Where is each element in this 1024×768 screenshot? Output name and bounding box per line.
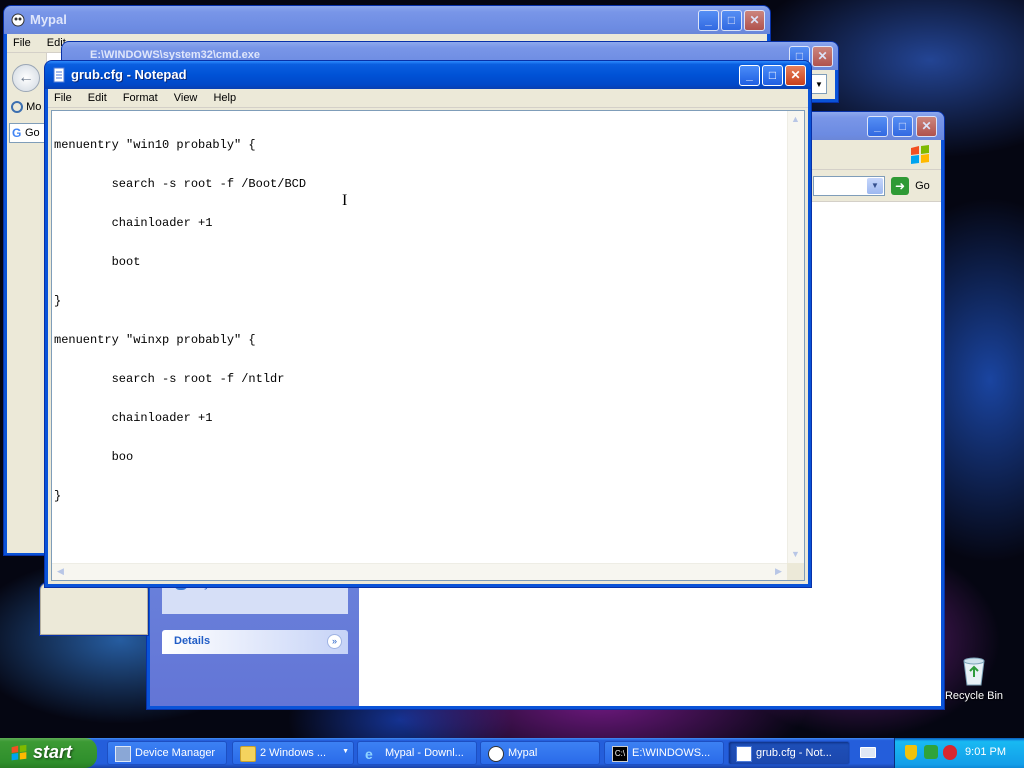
taskbar: start Device Manager 2 Windows ... ▼ e M… [0,738,1024,768]
chevron-down-icon[interactable]: » [327,634,342,649]
text-line: search -s root -f /Boot/BCD [54,177,307,191]
scroll-down-icon[interactable]: ▼ [788,547,803,562]
details-label: Details [174,635,211,647]
start-label: start [33,742,73,762]
clock: 9:01 PM [965,746,1006,758]
horizontal-scrollbar[interactable]: ◀ ▶ [52,563,787,580]
security-center-icon[interactable] [924,745,938,759]
maximize-button[interactable]: □ [721,10,742,31]
mypal-toolbar-strip: ← Mo G Go [7,53,47,553]
text-line: menuentry "win10 probably" { [54,138,256,152]
resize-grip[interactable] [787,563,804,580]
menu-edit[interactable]: Edit [82,89,114,104]
minimize-button[interactable]: _ [698,10,719,31]
text-line: boot [54,255,141,269]
close-button[interactable]: ✕ [812,46,833,67]
ie-icon: e [365,746,373,762]
console-title: E:\WINDOWS\system32\cmd.exe [90,49,260,61]
minimize-button[interactable]: _ [739,65,760,86]
task-windows-group[interactable]: 2 Windows ... ▼ [232,741,354,765]
back-button[interactable]: ← [12,64,40,92]
close-button[interactable]: ✕ [744,10,765,31]
menu-help[interactable]: Help [207,89,243,104]
hidden-window-fragment [40,583,148,635]
close-button[interactable]: ✕ [785,65,806,86]
notepad-client: File Edit Format View Help menuentry "wi… [48,89,808,584]
go-label: Go [915,180,930,192]
search-box[interactable]: G Go [9,123,45,143]
text-editor[interactable]: menuentry "win10 probably" { search -s r… [51,110,805,581]
text-line: chainloader +1 [54,411,213,425]
google-icon: G [12,126,22,140]
notepad-titlebar[interactable]: grub.cfg - Notepad _ □ ✕ [45,61,811,89]
magnifier-icon [11,101,23,114]
mypal-title: Mypal [30,12,67,27]
windows-flag-icon [11,744,27,761]
keyboard-icon[interactable] [860,747,876,758]
folder-icon [240,746,256,762]
dropdown-arrow-icon[interactable]: ▼ [811,74,827,94]
task-mypal[interactable]: Mypal [480,741,600,765]
maximize-button[interactable]: □ [762,65,783,86]
close-button[interactable]: ✕ [916,116,937,137]
task-device-manager[interactable]: Device Manager [107,741,227,765]
menu-format[interactable]: Format [117,89,165,104]
task-label: Mypal [508,747,538,759]
details-header[interactable]: Details » [162,630,348,654]
scroll-right-icon[interactable]: ▶ [771,564,786,579]
notepad-title: grub.cfg - Notepad [71,67,187,82]
task-label: grub.cfg - Not... [756,747,832,759]
mypal-icon [11,13,25,27]
text-line: } [54,489,62,503]
mypal-titlebar[interactable]: Mypal _ □ ✕ [4,6,770,34]
text-line: } [54,294,62,308]
group-arrow-icon: ▼ [342,748,349,755]
search-label: Go [25,127,40,139]
task-notepad[interactable]: grub.cfg - Not... [728,741,850,765]
task-mypal-download[interactable]: e Mypal - Downl... [357,741,477,765]
notepad-icon [736,746,752,762]
text-line: chainloader +1 [54,216,213,230]
windows-flag-icon [911,145,929,164]
notepad-menubar: File Edit Format View Help [48,89,808,108]
menu-file[interactable]: File [48,89,79,104]
recycle-bin-shortcut[interactable]: Recycle Bin [942,655,1006,702]
recycle-bin-icon [963,657,985,686]
menu-view[interactable]: View [168,89,205,104]
task-label: 2 Windows ... [260,747,327,759]
mypal-icon [488,746,504,762]
notepad-window[interactable]: grub.cfg - Notepad _ □ ✕ File Edit Forma… [45,61,811,587]
menu-file[interactable]: File [7,34,38,49]
shield-icon[interactable] [905,745,917,760]
back-arrow-icon: ← [18,69,34,86]
system-tray: 9:01 PM [894,738,1024,768]
notepad-icon [53,67,65,83]
text-cursor-icon: I [342,192,348,209]
bookmark-label: Mo [26,101,42,114]
cmd-icon: C:\ [612,746,628,762]
text-line: search -s root -f /ntldr [54,372,285,386]
task-cmd[interactable]: C:\ E:\WINDOWS... [604,741,724,765]
text-line: boo [54,450,134,464]
vertical-scrollbar[interactable]: ▲ ▼ [787,111,804,563]
maximize-button[interactable]: □ [892,116,913,137]
text-line: menuentry "winxp probably" { [54,333,256,347]
dropdown-arrow-icon[interactable]: ▼ [867,178,883,194]
antivirus-icon[interactable] [943,745,957,760]
address-input[interactable]: ▼ [813,176,885,196]
minimize-button[interactable]: _ [867,116,888,137]
scroll-up-icon[interactable]: ▲ [788,112,803,127]
text-content[interactable]: menuentry "win10 probably" { search -s r… [52,111,787,563]
task-label: E:\WINDOWS... [632,747,711,759]
scroll-left-icon[interactable]: ◀ [53,564,68,579]
bookmark-item[interactable]: Mo [11,101,41,117]
task-label: Device Manager [135,747,216,759]
recycle-bin-label: Recycle Bin [944,690,1004,702]
start-button[interactable]: start [0,738,97,768]
device-manager-icon [115,746,131,762]
task-label: Mypal - Downl... [385,747,464,759]
go-button[interactable]: ➜ Go [891,177,930,195]
go-arrow-icon: ➜ [891,177,909,195]
